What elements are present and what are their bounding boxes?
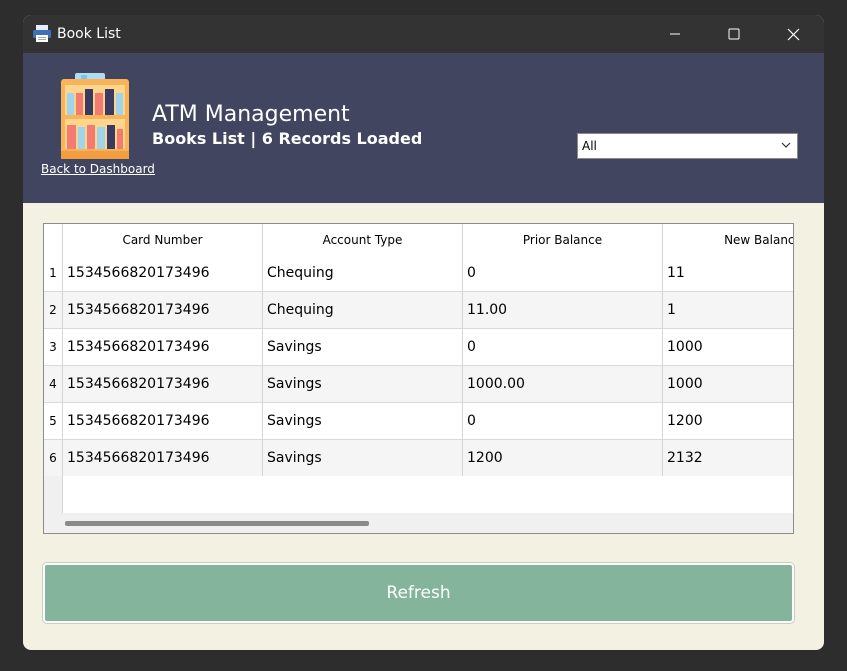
maximize-icon (728, 28, 740, 40)
cell-prior-balance[interactable]: 11.00 (463, 292, 663, 328)
printer-app-icon (33, 25, 51, 42)
column-header-label: Prior Balance (522, 233, 603, 247)
chevron-down-icon (781, 142, 791, 148)
cell-account-type[interactable]: Savings (263, 366, 463, 402)
table-corner (44, 224, 63, 255)
column-header-account-type[interactable]: Account Type (263, 224, 463, 255)
cell-account-type[interactable]: Chequing (263, 255, 463, 291)
table-row[interactable]: 4 1534566820173496 Savings 1000.00 1000 (44, 366, 793, 403)
row-number[interactable]: 4 (44, 366, 63, 402)
cell-account-type[interactable]: Savings (263, 440, 463, 476)
cell-new-balance[interactable]: 1000 (663, 329, 793, 365)
row-number[interactable]: 3 (44, 329, 63, 365)
app-title: ATM Management (152, 102, 350, 127)
minimize-button[interactable] (645, 15, 705, 53)
filter-dropdown[interactable]: All (577, 133, 798, 159)
window-title: Book List (57, 26, 121, 42)
close-icon (787, 28, 799, 40)
filter-selected-value: All (582, 139, 597, 153)
cell-card-number[interactable]: 1534566820173496 (63, 403, 263, 439)
row-number[interactable]: 1 (44, 255, 63, 291)
maximize-button[interactable] (704, 15, 764, 53)
records-table[interactable]: Card Number Account Type Prior Balance N… (43, 223, 794, 534)
cell-account-type[interactable]: Chequing (263, 292, 463, 328)
cell-new-balance[interactable]: 1200 (663, 403, 793, 439)
horizontal-scrollbar[interactable] (44, 513, 793, 533)
back-to-dashboard-link[interactable]: Back to Dashboard (41, 161, 155, 177)
bookshelf-logo-icon (61, 73, 129, 159)
cell-prior-balance[interactable]: 1000.00 (463, 366, 663, 402)
column-header-new-balance[interactable]: New Balance (663, 224, 794, 255)
cell-new-balance[interactable]: 11 (663, 255, 793, 291)
minimize-icon (670, 33, 680, 35)
cell-prior-balance[interactable]: 0 (463, 255, 663, 291)
column-header-prior-balance[interactable]: Prior Balance (463, 224, 663, 255)
refresh-button[interactable]: Refresh (43, 563, 794, 623)
table-row[interactable]: 3 1534566820173496 Savings 0 1000 (44, 329, 793, 366)
cell-account-type[interactable]: Savings (263, 403, 463, 439)
column-header-label: New Balance (724, 233, 794, 247)
cell-new-balance[interactable]: 1000 (663, 366, 793, 402)
cell-account-type[interactable]: Savings (263, 329, 463, 365)
new-row-header (44, 476, 63, 513)
cell-card-number[interactable]: 1534566820173496 (63, 329, 263, 365)
header-banner: ATM Management Books List | 6 Records Lo… (23, 53, 824, 203)
book-list-window: Book List ATM Management Books List | 6 … (23, 15, 824, 650)
cell-prior-balance[interactable]: 1200 (463, 440, 663, 476)
row-number[interactable]: 6 (44, 440, 63, 476)
table-empty-area (44, 476, 793, 513)
column-header-label: Account Type (322, 233, 403, 247)
cell-card-number[interactable]: 1534566820173496 (63, 366, 263, 402)
cell-new-balance[interactable]: 2132 (663, 440, 793, 476)
cell-prior-balance[interactable]: 0 (463, 403, 663, 439)
records-subtitle: Books List | 6 Records Loaded (152, 129, 423, 148)
cell-new-balance[interactable]: 1 (663, 292, 793, 328)
close-button[interactable] (763, 15, 823, 53)
cell-card-number[interactable]: 1534566820173496 (63, 440, 263, 476)
title-bar[interactable]: Book List (23, 15, 824, 53)
cell-card-number[interactable]: 1534566820173496 (63, 255, 263, 291)
row-number[interactable]: 2 (44, 292, 63, 328)
cell-card-number[interactable]: 1534566820173496 (63, 292, 263, 328)
table-row[interactable]: 2 1534566820173496 Chequing 11.00 1 (44, 292, 793, 329)
cell-prior-balance[interactable]: 0 (463, 329, 663, 365)
row-number[interactable]: 5 (44, 403, 63, 439)
column-header-card-number[interactable]: Card Number (63, 224, 263, 255)
table-row[interactable]: 5 1534566820173496 Savings 0 1200 (44, 403, 793, 440)
table-row[interactable]: 6 1534566820173496 Savings 1200 2132 (44, 440, 793, 477)
column-header-label: Card Number (122, 233, 203, 247)
table-row[interactable]: 1 1534566820173496 Chequing 0 11 (44, 255, 793, 292)
scrollbar-thumb[interactable] (65, 521, 369, 526)
